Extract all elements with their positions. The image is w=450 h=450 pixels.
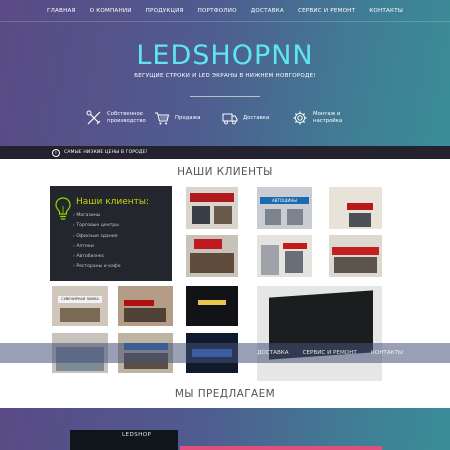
offer-section-title: МЫ ПРЕДЛАГАЕМ <box>174 388 276 400</box>
list-item: › Торговые центры <box>73 223 119 229</box>
client-photo[interactable] <box>329 235 382 277</box>
lightbulb-icon <box>55 197 71 220</box>
nav-item-contacts[interactable]: КОНТАКТЫ <box>362 8 410 14</box>
clients-info-box: Наши клиенты: › Магазины › Торговые цент… <box>50 186 172 281</box>
client-photo[interactable] <box>186 235 238 277</box>
client-photo[interactable]: АВТОШИНЫ <box>257 187 312 229</box>
clients-box-title: Наши клиенты: <box>76 197 150 207</box>
nav-item-service[interactable]: СЕРВИС И РЕМОНТ <box>291 8 362 14</box>
client-photo[interactable] <box>118 286 173 326</box>
client-photo[interactable] <box>257 235 312 277</box>
promo-strip-text: САМЫЕ НИЗКИЕ ЦЕНЫ В ГОРОДЕ! <box>64 150 148 155</box>
client-photo[interactable] <box>186 286 238 326</box>
brand-logo-text[interactable]: LEDSHOPNN <box>0 40 450 71</box>
clients-section-title: НАШИ КЛИЕНТЫ <box>177 166 273 178</box>
hero-divider <box>190 96 260 97</box>
list-item: › Рестораны и кафе <box>73 264 121 270</box>
top-navigation: ГЛАВНАЯ О КОМПАНИИ ПРОДУКЦИЯ ПОРТФОЛИО Д… <box>0 0 450 22</box>
list-item: › Офисные здания <box>73 233 118 239</box>
feature-sale-label: Продажа <box>175 114 201 121</box>
client-photo[interactable] <box>329 187 382 229</box>
nav-item-home[interactable]: ГЛАВНАЯ <box>40 8 83 14</box>
nav-item-products[interactable]: ПРОДУКЦИЯ <box>139 8 191 14</box>
feature-installation-label: Монтаж и настройка <box>313 111 343 124</box>
feature-delivery-label: Доставка <box>243 114 270 121</box>
clients-list: › Магазины › Торговые центры › Офисные з… <box>73 211 121 273</box>
feature-production-label: Собственное производство <box>107 111 146 124</box>
client-photo[interactable] <box>186 187 238 229</box>
client-photo[interactable]: СУВЕНИРНАЯ ЛАВКА <box>52 286 108 326</box>
page: ГЛАВНАЯ О КОМПАНИИ ПРОДУКЦИЯ ПОРТФОЛИО Д… <box>0 0 450 450</box>
client-photo-large[interactable] <box>257 286 382 381</box>
features-row: Собственное производство Продажа Доставк… <box>0 110 450 132</box>
nav-item-delivery[interactable]: ДОСТАВКА <box>244 8 291 14</box>
list-item: › Аптеки <box>73 243 94 249</box>
gear-icon <box>293 111 307 125</box>
offer-accent-bar <box>180 446 382 450</box>
sticky-navigation: ДОСТАВКА СЕРВИС И РЕМОНТ КОНТАКТЫ <box>0 343 450 363</box>
sticky-nav-contacts[interactable]: КОНТАКТЫ <box>364 350 410 356</box>
cart-icon <box>155 112 170 125</box>
nav-item-about[interactable]: О КОМПАНИИ <box>83 8 139 14</box>
promo-strip: i САМЫЕ НИЗКИЕ ЦЕНЫ В ГОРОДЕ! <box>0 146 450 159</box>
tools-icon <box>86 110 101 125</box>
shop-sign: АВТОШИНЫ <box>260 197 309 204</box>
sticky-nav-delivery[interactable]: ДОСТАВКА <box>250 350 296 356</box>
truck-icon <box>222 113 238 125</box>
feature-production: Собственное производство <box>86 110 146 126</box>
offer-image[interactable]: LEDSHOP <box>70 430 178 450</box>
shop-sign: СУВЕНИРНАЯ ЛАВКА <box>58 296 102 303</box>
hero-section: ГЛАВНАЯ О КОМПАНИИ ПРОДУКЦИЯ ПОРТФОЛИО Д… <box>0 0 450 146</box>
hero-tagline: БЕГУЩИЕ СТРОКИ И LED ЭКРАНЫ В НИЖНЕМ НОВ… <box>134 73 316 79</box>
info-icon: i <box>52 148 60 157</box>
nav-divider <box>0 21 450 22</box>
offer-image-text: LEDSHOP <box>122 432 152 438</box>
feature-sale: Продажа <box>154 110 201 126</box>
feature-installation: Монтаж и настройка <box>292 110 342 126</box>
list-item: › Автобизнес <box>73 254 105 260</box>
feature-delivery: Доставка <box>222 110 269 126</box>
nav-item-portfolio[interactable]: ПОРТФОЛИО <box>191 8 244 14</box>
offer-section <box>0 408 450 450</box>
list-item: › Магазины <box>73 213 101 218</box>
sticky-nav-service[interactable]: СЕРВИС И РЕМОНТ <box>296 350 364 356</box>
